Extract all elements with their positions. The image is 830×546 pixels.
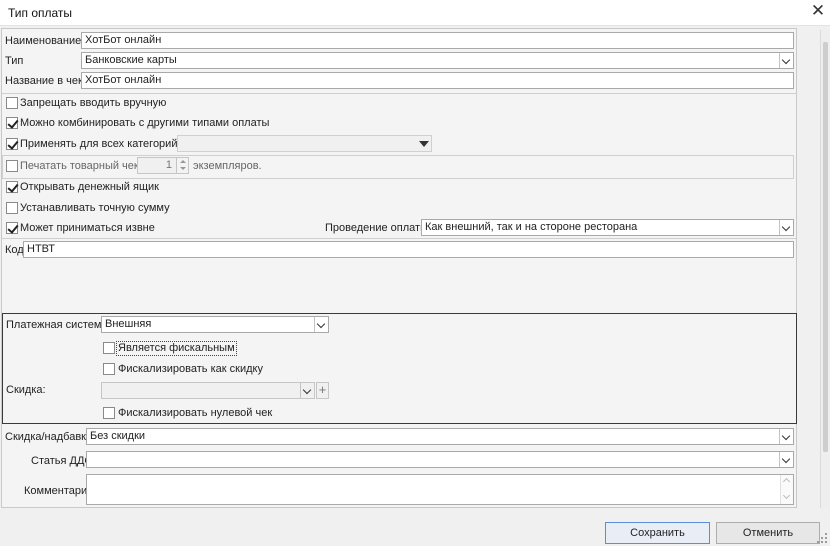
- processing-label: Проведение оплаты:: [325, 222, 432, 234]
- comment-textarea[interactable]: [86, 474, 794, 505]
- forbid-manual-checkbox[interactable]: [6, 97, 18, 109]
- is-fiscal-checkbox[interactable]: [103, 342, 115, 354]
- comment-scrollbar[interactable]: [780, 475, 793, 504]
- discount-markup-value: Без скидки: [90, 430, 146, 442]
- discount-markup-select[interactable]: Без скидки: [86, 428, 794, 445]
- chevron-down-icon[interactable]: [779, 220, 793, 235]
- zero-receipt-label: Фискализировать нулевой чек: [118, 407, 273, 419]
- receipt-name-input[interactable]: ХотБот онлайн: [81, 72, 794, 89]
- vertical-scrollbar[interactable]: [820, 30, 829, 508]
- discount-label: Скидка:: [6, 384, 46, 396]
- plus-icon[interactable]: +: [316, 382, 329, 399]
- spin-up-icon[interactable]: [180, 160, 186, 163]
- spin-buttons[interactable]: [176, 158, 188, 173]
- discount-markup-label: Скидка/надбавка: [5, 431, 93, 443]
- open-drawer-checkbox[interactable]: [6, 181, 18, 193]
- categories-select[interactable]: [177, 135, 432, 152]
- external-label: Может приниматься извне: [20, 222, 155, 234]
- name-input[interactable]: ХотБот онлайн: [81, 32, 794, 49]
- zero-receipt-checkbox[interactable]: [103, 407, 115, 419]
- chevron-up-icon[interactable]: [782, 477, 791, 486]
- comment-label: Комментарий: [24, 485, 94, 497]
- open-drawer-label: Открывать денежный ящик: [20, 181, 159, 193]
- is-fiscal-label: Является фискальным: [116, 341, 237, 356]
- receipt-name-label: Название в чеке: [5, 75, 90, 87]
- title-bar: [0, 0, 830, 26]
- payment-system-value: Внешняя: [105, 318, 152, 330]
- combine-checkbox[interactable]: [6, 117, 18, 129]
- processing-value: Как внешний, так и на стороне ресторана: [425, 221, 638, 233]
- spin-down-icon[interactable]: [180, 167, 186, 170]
- print-receipt-label: Печатать товарный чек,: [20, 160, 142, 172]
- name-label: Наименование: [5, 35, 82, 47]
- processing-select[interactable]: Как внешний, так и на стороне ресторана: [421, 219, 794, 236]
- payment-system-select[interactable]: Внешняя: [101, 316, 329, 333]
- print-receipt-checkbox[interactable]: [6, 160, 18, 172]
- payment-system-label: Платежная система:: [6, 319, 111, 331]
- save-button[interactable]: Сохранить: [605, 522, 710, 544]
- exact-sum-label: Устанавливать точную сумму: [20, 202, 170, 214]
- dds-article-label: Статья ДДС: [31, 455, 93, 467]
- exact-sum-checkbox[interactable]: [6, 202, 18, 214]
- copies-stepper[interactable]: 1: [137, 157, 189, 174]
- type-label: Тип: [5, 55, 24, 67]
- combine-label: Можно комбинировать с другими типами опл…: [20, 117, 270, 129]
- dds-article-select[interactable]: [86, 451, 794, 468]
- chevron-down-icon[interactable]: [782, 491, 791, 500]
- chevron-down-icon[interactable]: [300, 383, 314, 398]
- close-icon[interactable]: ✕: [810, 2, 826, 20]
- separator: [2, 93, 796, 94]
- chevron-down-icon[interactable]: [779, 53, 793, 68]
- all-categories-checkbox[interactable]: [6, 138, 18, 150]
- code-label: Код: [5, 244, 24, 256]
- code-input[interactable]: НТВТ: [23, 241, 794, 258]
- chevron-down-icon[interactable]: [779, 452, 793, 467]
- dropdown-arrow-icon[interactable]: [419, 141, 429, 147]
- window-title: Тип оплаты: [8, 6, 73, 20]
- fiscalize-discount-checkbox[interactable]: [103, 363, 115, 375]
- scrollbar-thumb[interactable]: [823, 42, 828, 452]
- cancel-button[interactable]: Отменить: [716, 522, 820, 544]
- fiscalize-discount-label: Фискализировать как скидку: [118, 363, 263, 375]
- discount-select[interactable]: [101, 382, 315, 399]
- copies-suffix: экземпляров.: [193, 160, 262, 172]
- chevron-down-icon[interactable]: [314, 317, 328, 332]
- separator: [2, 238, 796, 239]
- chevron-down-icon[interactable]: [779, 429, 793, 444]
- type-select[interactable]: Банковские карты: [81, 52, 794, 69]
- resize-grip-icon[interactable]: [816, 532, 828, 544]
- type-value: Банковские карты: [85, 54, 177, 66]
- copies-value: 1: [165, 159, 172, 171]
- external-checkbox[interactable]: [6, 222, 18, 234]
- forbid-manual-label: Запрещать вводить вручную: [20, 97, 167, 109]
